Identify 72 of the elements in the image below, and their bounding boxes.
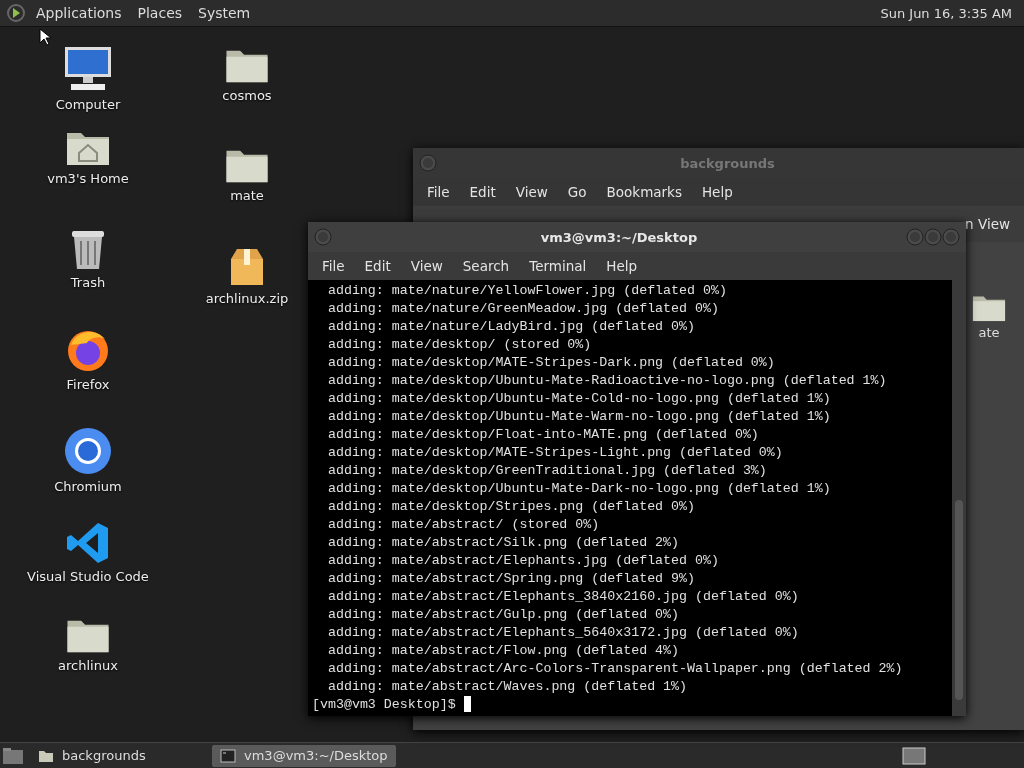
desktop-icon-label[interactable]: cosmos	[222, 88, 272, 104]
toolbar-label[interactable]: n View	[965, 216, 1010, 232]
terminal-line: adding: mate/abstract/Gulp.png (deflated 0%)	[326, 606, 681, 624]
taskbar-button[interactable]: backgrounds	[30, 744, 206, 767]
menu-item[interactable]: Bookmarks	[596, 184, 692, 200]
terminal-line: adding: mate/abstract/Elephants_3840x2160.jpg (deflated 0%)	[326, 588, 800, 606]
menu-item[interactable]: File	[417, 184, 460, 200]
terminal-line: adding: mate/desktop/MATE-Stripes-Dark.png (deflated 0%)	[326, 354, 776, 372]
terminal-line: adding: mate/abstract/Flow.png (deflated 4%)	[326, 642, 681, 660]
terminal-line: adding: mate/nature/GreenMeadow.jpg (deflated 0%)	[326, 300, 720, 318]
terminal-line: adding: mate/desktop/Ubuntu-Mate-Warm-no-logo.png (deflated 1%)	[326, 408, 832, 426]
terminal-line: adding: mate/desktop/Ubuntu-Mate-Cold-no-logo.png (deflated 1%)	[326, 390, 832, 408]
shell-prompt: [vm3@vm3 Desktop]$	[312, 697, 456, 712]
terminal-line: adding: mate/abstract/Silk.png (deflated 2%)	[326, 534, 681, 552]
menu-item[interactable]: Go	[557, 184, 597, 200]
terminal-line: adding: mate/abstract/Elephants.jpg (deflated 0%)	[326, 552, 720, 570]
menu-item[interactable]: Edit	[459, 184, 506, 200]
menu-item[interactable]: View	[505, 184, 558, 200]
taskbar-button[interactable]: vm3@vm3:~/Desktop	[212, 744, 396, 767]
chromium-icon	[64, 427, 112, 475]
menu-item[interactable]: Help	[596, 258, 648, 274]
clock[interactable]: Sun Jun 16, 3:35 AM	[880, 5, 1018, 21]
desktop-icon-label[interactable]: vm3's Home	[47, 171, 129, 186]
window-button[interactable]	[942, 228, 960, 246]
desktop-icon-label[interactable]: archlinux	[58, 658, 118, 674]
window-title: vm3@vm3:~/Desktop	[539, 229, 699, 245]
desktop-icon-label[interactable]: archlinux.zip	[205, 291, 289, 306]
menu-item[interactable]: Terminal	[519, 258, 597, 274]
window-button[interactable]	[314, 228, 332, 246]
terminal-line: adding: mate/abstract/Spring.png (deflated 9%)	[326, 570, 696, 588]
folder-icon	[38, 748, 54, 763]
code-editor-icon	[66, 521, 110, 565]
terminal-line: adding: mate/nature/YellowFlower.jpg (deflated 0%)	[326, 282, 728, 300]
terminal-line: adding: mate/desktop/Float-into-MATE.png (deflated 0%)	[326, 426, 760, 444]
terminal-line: adding: mate/abstract/ (stored 0%)	[326, 516, 601, 534]
terminal-line: adding: mate/desktop/Ubuntu-Mate-Dark-no-logo.png (deflated 1%)	[326, 480, 832, 498]
computer-icon	[63, 45, 113, 93]
desktop-icon-label[interactable]: Visual Studio Code	[27, 569, 149, 584]
menu-logo-icon[interactable]	[6, 3, 26, 23]
text-cursor	[463, 696, 471, 713]
terminal-line: adding: mate/desktop/ (stored 0%)	[326, 336, 593, 354]
scrollbar[interactable]	[952, 280, 966, 716]
menu-item[interactable]: Search	[452, 258, 520, 274]
menu-item[interactable]: File	[312, 258, 355, 274]
terminal-line: adding: mate/desktop/Ubuntu-Mate-Radioactive-no-logo.png (deflated 1%)	[326, 372, 888, 390]
menu-item[interactable]: Edit	[354, 258, 401, 274]
terminal-line: adding: mate/abstract/Waves.png (deflated 1%)	[326, 678, 689, 696]
terminal-line: adding: mate/desktop/Stripes.png (deflated 0%)	[326, 498, 696, 516]
desktop-icon-label[interactable]: Computer	[55, 97, 121, 112]
terminal-line: adding: mate/desktop/MATE-Stripes-Light.png (deflated 0%)	[326, 444, 784, 462]
menu-item[interactable]: Help	[691, 184, 743, 200]
desktop-icon-label[interactable]: Firefox	[66, 377, 110, 392]
window-title: backgrounds	[679, 155, 776, 171]
desktop-icon-label[interactable]: mate	[230, 188, 264, 204]
window-button[interactable]	[906, 228, 924, 246]
terminal-icon	[220, 748, 236, 763]
terminal-line: adding: mate/abstract/Elephants_5640x3172.jpg (deflated 0%)	[326, 624, 800, 642]
file-label[interactable]: ate	[978, 324, 1000, 340]
panel-menu[interactable]: Places	[131, 5, 189, 21]
panel-menu[interactable]: Applications	[30, 5, 128, 21]
pointer-icon	[39, 28, 51, 46]
workspace-switcher-icon[interactable]	[902, 746, 926, 765]
window-button[interactable]	[419, 154, 437, 172]
window-button[interactable]	[924, 228, 942, 246]
desktop-icon-label[interactable]: Chromium	[54, 479, 122, 494]
terminal-line: adding: mate/desktop/GreenTraditional.jpg (deflated 3%)	[326, 462, 768, 480]
menu-item[interactable]: View	[400, 258, 453, 274]
terminal-line: adding: mate/abstract/Arc-Colors-Transparent-Wallpaper.png (deflated 2%)	[326, 660, 904, 678]
show-desktop-icon[interactable]	[2, 746, 24, 765]
desktop-icon-label[interactable]: Trash	[70, 275, 106, 290]
panel-menu[interactable]: System	[192, 5, 257, 21]
terminal-line: adding: mate/nature/LadyBird.jpg (deflated 0%)	[326, 318, 696, 336]
